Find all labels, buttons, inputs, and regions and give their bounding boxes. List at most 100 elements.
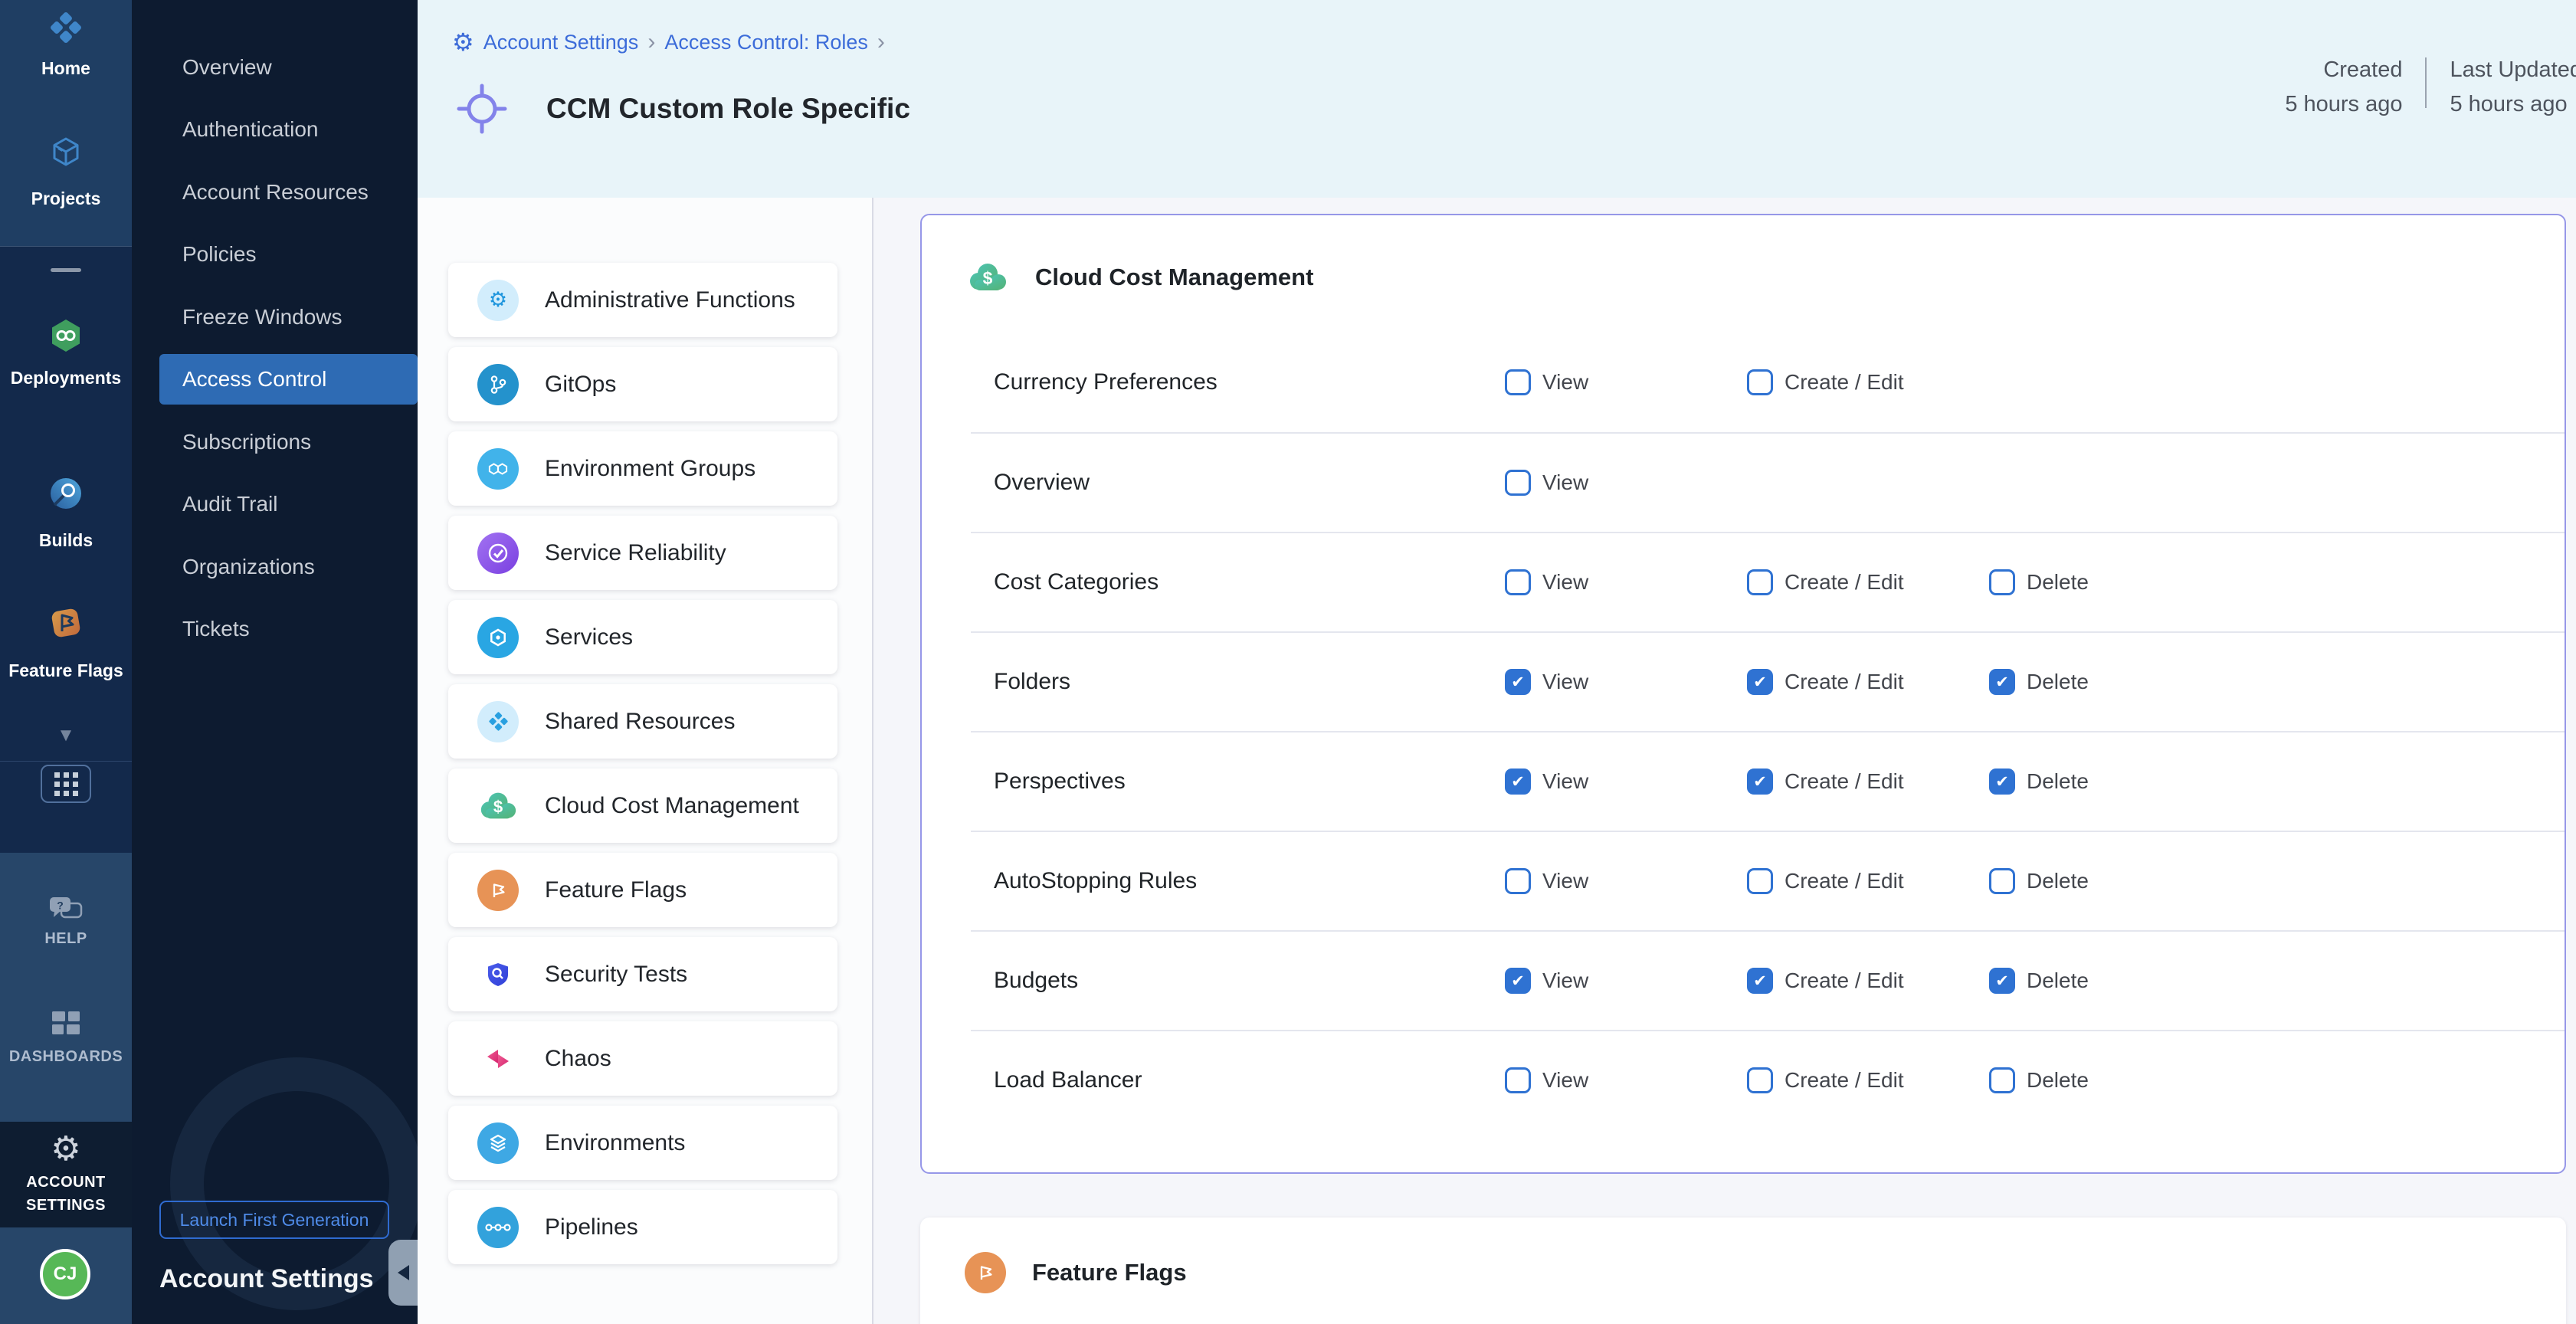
dashboards-label: DASHBOARDS [0, 1048, 132, 1066]
resource-card-environments[interactable]: Environments [448, 1106, 837, 1180]
resource-card-services[interactable]: Services [448, 600, 837, 674]
created-label: Created [2285, 57, 2402, 83]
resource-card-pipelines[interactable]: Pipelines [448, 1190, 837, 1264]
nav-item-access-control[interactable]: Access Control [159, 354, 418, 405]
settings-gear-icon: ⚙ [452, 30, 474, 54]
delete-checkbox[interactable] [1989, 669, 2015, 695]
resource-card-feature-flags[interactable]: Feature Flags [448, 853, 837, 927]
module-grid-button[interactable] [41, 765, 91, 803]
cloud-cost-management-panel: $ Cloud Cost Management Currency Prefere… [920, 214, 2566, 1174]
dashboards-button[interactable] [0, 1010, 132, 1036]
svg-text:?: ? [57, 900, 64, 912]
create-edit-checkbox[interactable] [1747, 1067, 1773, 1093]
nav-title: Account Settings [159, 1264, 374, 1294]
permission-row: AutoStopping Rules View Create / Edit De… [971, 831, 2565, 930]
avatar[interactable]: CJ [40, 1249, 90, 1299]
gear-icon: ⚙ [477, 280, 519, 321]
rail-divider-dash [51, 268, 81, 272]
delete-checkbox[interactable] [1989, 769, 2015, 795]
permission-row: Currency Preferences View Create / Edit [971, 333, 2565, 432]
sidebar-item-projects[interactable] [0, 135, 132, 170]
account-settings-button[interactable]: ⚙ [0, 1132, 132, 1166]
sidebar-item-home[interactable] [0, 9, 132, 46]
permission-row: Perspectives View Create / Edit Delete [971, 731, 2565, 831]
sidebar-item-deployments-label: Deployments [0, 368, 132, 388]
nav-item-account-resources[interactable]: Account Resources [159, 167, 390, 218]
view-checkbox[interactable] [1505, 569, 1531, 595]
pipelines-chain-icon [477, 1207, 519, 1248]
projects-cube-icon [0, 135, 132, 170]
launch-first-generation-button[interactable]: Launch First Generation [159, 1201, 389, 1239]
delete-checkbox[interactable] [1989, 868, 2015, 894]
gitops-branch-icon [477, 364, 519, 405]
resource-card-environment-groups[interactable]: Environment Groups [448, 431, 837, 506]
resource-card-service-reliability[interactable]: Service Reliability [448, 516, 837, 590]
help-button[interactable]: ? [0, 895, 132, 924]
resource-card-cloud-cost-management[interactable]: $ Cloud Cost Management [448, 769, 837, 843]
main-content: ⚙ Administrative Functions GitOps Enviro… [418, 198, 2576, 1324]
breadcrumb-separator: › [877, 29, 885, 55]
resource-card-chaos[interactable]: Chaos [448, 1021, 837, 1096]
resource-card-shared-resources[interactable]: Shared Resources [448, 684, 837, 759]
chaos-arrows-icon [477, 1038, 519, 1080]
create-edit-checkbox[interactable] [1747, 369, 1773, 395]
shared-resources-icon [477, 701, 519, 742]
breadcrumb-account-settings[interactable]: Account Settings [483, 31, 639, 54]
role-crosshair-icon [456, 83, 508, 135]
permission-row: Folders View Create / Edit Delete [971, 631, 2565, 731]
service-reliability-icon [477, 533, 519, 574]
nav-item-subscriptions[interactable]: Subscriptions [159, 417, 390, 467]
permission-label: Perspectives [994, 769, 1126, 795]
nav-item-organizations[interactable]: Organizations [159, 542, 390, 592]
deployments-hex-icon [0, 317, 132, 354]
gear-icon: ⚙ [51, 1130, 80, 1168]
view-checkbox[interactable] [1505, 669, 1531, 695]
last-updated-label: Last Updated [2450, 57, 2576, 83]
view-checkbox[interactable] [1505, 968, 1531, 994]
view-checkbox[interactable] [1505, 769, 1531, 795]
chevron-down-icon[interactable]: ▼ [0, 725, 132, 746]
create-edit-checkbox[interactable] [1747, 868, 1773, 894]
delete-checkbox[interactable] [1989, 1067, 2015, 1093]
resource-card-gitops[interactable]: GitOps [448, 347, 837, 421]
help-label: HELP [0, 930, 132, 948]
view-checkbox[interactable] [1505, 868, 1531, 894]
permission-label: Cost Categories [994, 569, 1159, 595]
sidebar-item-feature-flags[interactable] [0, 604, 132, 642]
view-checkbox[interactable] [1505, 1067, 1531, 1093]
create-edit-checkbox[interactable] [1747, 669, 1773, 695]
services-hexagon-icon [477, 617, 519, 658]
create-edit-checkbox[interactable] [1747, 569, 1773, 595]
harness-logo-icon [0, 9, 132, 46]
collapse-arrow-icon [398, 1265, 409, 1280]
sidebar-item-projects-label: Projects [0, 188, 132, 209]
nav-item-audit-trail[interactable]: Audit Trail [159, 479, 390, 529]
nav-item-authentication[interactable]: Authentication [159, 104, 390, 155]
view-checkbox[interactable] [1505, 470, 1531, 496]
breadcrumb-access-control-roles[interactable]: Access Control: Roles [664, 31, 868, 54]
nav-item-freeze-windows[interactable]: Freeze Windows [159, 292, 390, 342]
create-edit-checkbox[interactable] [1747, 769, 1773, 795]
permission-label: Folders [994, 669, 1070, 695]
sidebar-item-feature-flags-label: Feature Flags [0, 660, 132, 681]
resource-card-administrative-functions[interactable]: ⚙ Administrative Functions [448, 263, 837, 337]
delete-checkbox[interactable] [1989, 968, 2015, 994]
builds-compass-icon [0, 475, 132, 512]
environment-groups-icon [477, 448, 519, 490]
nav-item-tickets[interactable]: Tickets [159, 604, 390, 654]
environments-layers-icon [477, 1122, 519, 1164]
create-edit-checkbox[interactable] [1747, 968, 1773, 994]
sidebar-item-builds[interactable] [0, 475, 132, 512]
nav-item-overview[interactable]: Overview [159, 42, 390, 93]
delete-checkbox[interactable] [1989, 569, 2015, 595]
sidebar-item-deployments[interactable] [0, 317, 132, 354]
collapse-nav-button[interactable] [388, 1240, 418, 1306]
dashboards-grid-icon [0, 1010, 132, 1036]
nav-item-policies[interactable]: Policies [159, 229, 390, 280]
breadcrumb: ⚙ Account Settings › Access Control: Rol… [452, 29, 885, 55]
page-title: CCM Custom Role Specific [546, 93, 910, 125]
panel-title: Feature Flags [1032, 1259, 1187, 1286]
flag-icon [965, 1252, 1006, 1293]
resource-card-security-tests[interactable]: Security Tests [448, 937, 837, 1011]
view-checkbox[interactable] [1505, 369, 1531, 395]
